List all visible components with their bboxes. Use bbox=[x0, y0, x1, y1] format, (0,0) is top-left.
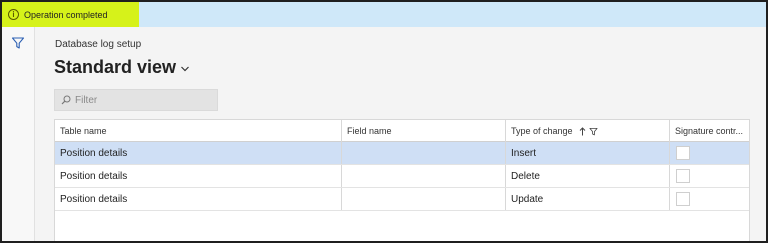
table-row[interactable]: Position details Update bbox=[55, 188, 749, 211]
cell-table-name: Position details bbox=[55, 142, 342, 164]
cell-signature bbox=[670, 165, 749, 187]
column-filter-icon[interactable] bbox=[589, 127, 598, 136]
main-content: Database log setup Standard view Table n… bbox=[35, 27, 766, 241]
filter-search-box[interactable] bbox=[54, 89, 218, 111]
cell-field-name bbox=[342, 188, 506, 210]
page-title: Standard view bbox=[54, 57, 177, 77]
cell-signature bbox=[670, 188, 749, 210]
sort-ascending-icon bbox=[579, 126, 585, 135]
signature-checkbox[interactable] bbox=[676, 192, 690, 206]
left-rail bbox=[2, 27, 35, 241]
message-bar: i Operation completed bbox=[2, 2, 766, 27]
column-header-signature[interactable]: Signature contr... bbox=[670, 120, 749, 142]
message-highlight: i Operation completed bbox=[2, 2, 139, 27]
cell-signature bbox=[670, 142, 749, 164]
signature-checkbox[interactable] bbox=[676, 169, 690, 183]
cell-type-of-change: Update bbox=[506, 188, 670, 210]
signature-checkbox[interactable] bbox=[676, 146, 690, 160]
chevron-down-icon bbox=[181, 66, 189, 72]
table-row[interactable]: Position details Insert bbox=[55, 142, 749, 165]
column-header-label: Table name bbox=[60, 126, 107, 136]
cell-table-name: Position details bbox=[55, 188, 342, 210]
column-header-table-name[interactable]: Table name bbox=[55, 120, 342, 142]
cell-type-of-change: Delete bbox=[506, 165, 670, 187]
column-header-field-name[interactable]: Field name bbox=[342, 120, 506, 142]
app-window: i Operation completed Database log setup… bbox=[2, 2, 766, 241]
column-header-label: Signature contr... bbox=[675, 126, 744, 136]
cell-field-name bbox=[342, 165, 506, 187]
grid-header-row: Table name Field name Type of change Sig… bbox=[55, 120, 749, 142]
column-header-type-of-change[interactable]: Type of change bbox=[506, 120, 670, 142]
filter-input[interactable] bbox=[75, 94, 205, 106]
cell-table-name: Position details bbox=[55, 165, 342, 187]
breadcrumb: Database log setup bbox=[55, 39, 142, 50]
cell-type-of-change: Insert bbox=[506, 142, 670, 164]
column-header-label: Type of change bbox=[511, 126, 573, 136]
data-grid: Table name Field name Type of change Sig… bbox=[54, 119, 750, 241]
cell-field-name bbox=[342, 142, 506, 164]
message-text: Operation completed bbox=[24, 9, 108, 20]
search-icon bbox=[61, 95, 71, 105]
column-header-label: Field name bbox=[347, 126, 392, 136]
view-selector[interactable]: Standard view bbox=[54, 57, 190, 78]
table-row[interactable]: Position details Delete bbox=[55, 165, 749, 188]
filter-icon[interactable] bbox=[11, 36, 25, 50]
info-icon: i bbox=[8, 9, 19, 20]
